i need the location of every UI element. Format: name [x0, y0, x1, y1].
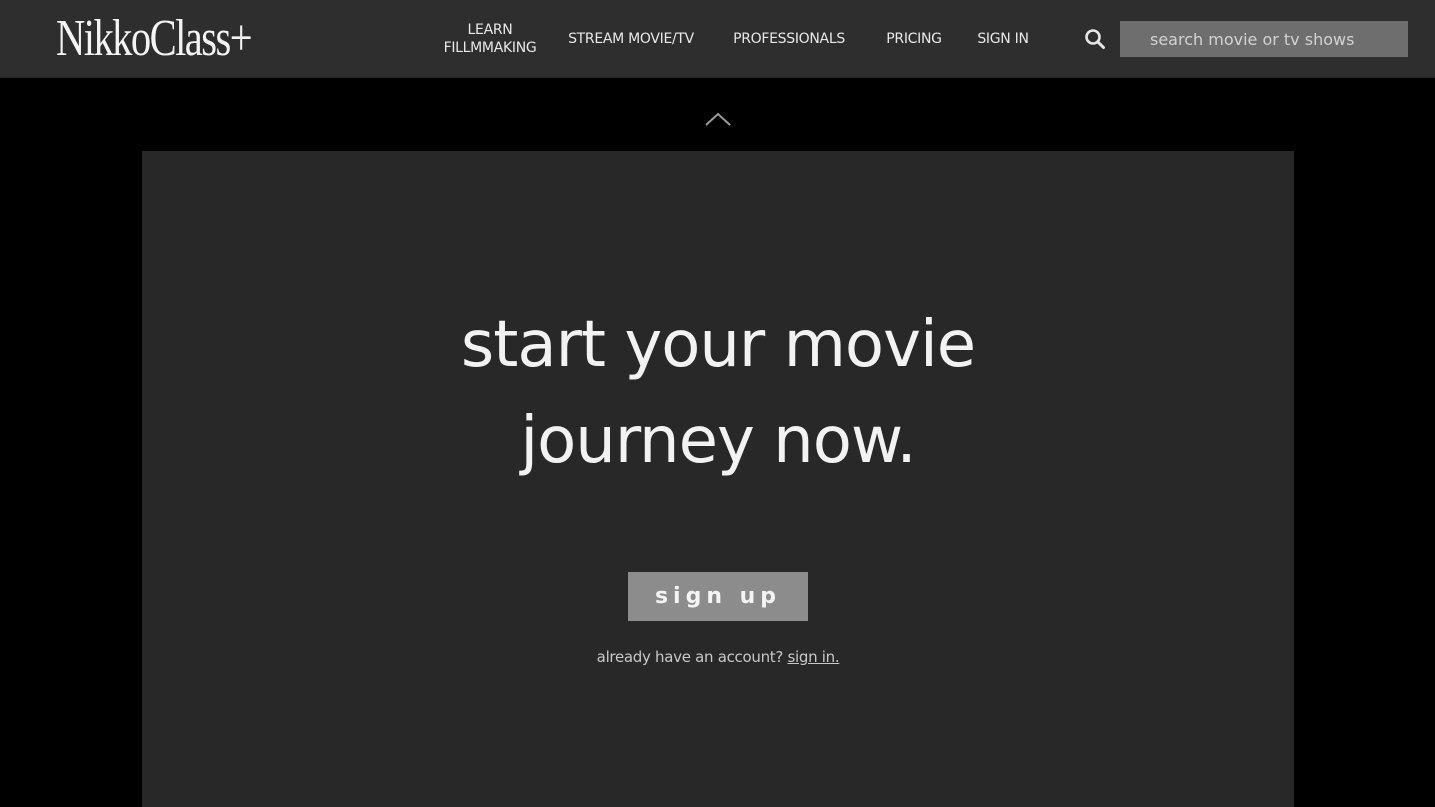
- search-input[interactable]: [1120, 21, 1408, 57]
- site-logo[interactable]: NikkoClass+: [56, 6, 253, 72]
- search-icon[interactable]: [1084, 28, 1106, 50]
- nav-learn-filmmaking[interactable]: LEARN FILLMMAKING: [436, 21, 544, 57]
- hero-headline-line1: start your movie: [460, 308, 976, 382]
- nav-learn-line2: FILLMMAKING: [443, 40, 537, 56]
- hero-panel: start your movie journey now. sign up al…: [142, 151, 1294, 807]
- nav-sign-in[interactable]: SIGN IN: [972, 30, 1034, 48]
- already-account-text: already have an account?: [596, 648, 784, 666]
- sign-in-link[interactable]: sign in.: [787, 648, 839, 666]
- already-have-account: already have an account? sign in.: [142, 648, 1294, 666]
- top-navigation-bar: NikkoClass+ LEARN FILLMMAKING STREAM MOV…: [0, 0, 1435, 78]
- sign-up-button[interactable]: sign up: [628, 572, 808, 621]
- hero-headline-line2: journey now.: [520, 404, 916, 478]
- nav-pricing[interactable]: PRICING: [880, 30, 948, 48]
- chevron-up-icon[interactable]: [702, 108, 734, 130]
- nav-stream-movie-tv[interactable]: STREAM MOVIE/TV: [562, 30, 700, 48]
- nav-learn-line1: LEARN: [467, 22, 513, 38]
- hero-headline: start your movie journey now.: [142, 297, 1294, 489]
- nav-professionals[interactable]: PROFESSIONALS: [726, 30, 852, 48]
